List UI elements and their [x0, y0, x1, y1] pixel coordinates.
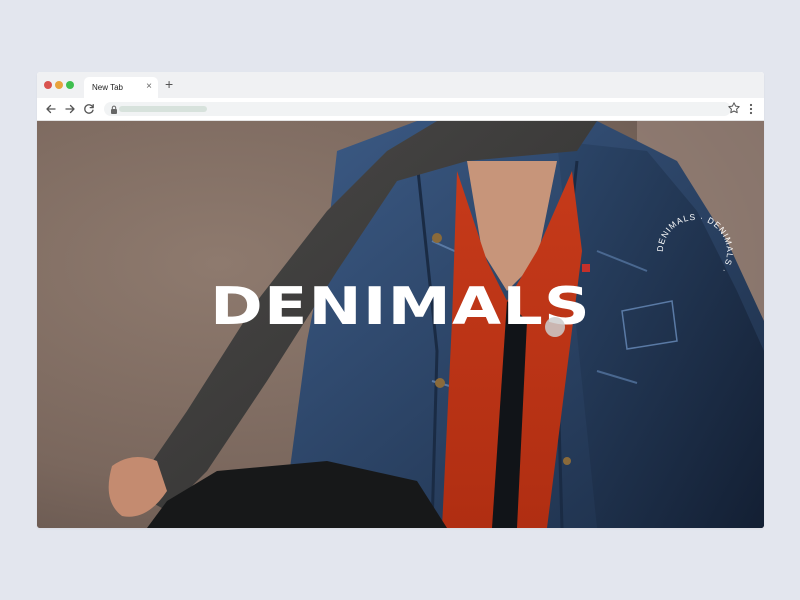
rotating-badge: DENIMALS · DENIMALS · [655, 212, 735, 276]
url-text-placeholder [119, 106, 207, 112]
tab-new-tab[interactable]: New Tab × [84, 77, 158, 98]
window-maximize-button[interactable] [66, 81, 74, 89]
star-icon[interactable] [727, 101, 741, 115]
tab-title: New Tab [92, 83, 123, 92]
new-tab-button[interactable]: + [165, 76, 173, 92]
browser-toolbar [37, 98, 764, 121]
page-viewport: DENIMALS DENIMALS · DENIMALS · [37, 121, 764, 528]
window-close-button[interactable] [44, 81, 52, 89]
kebab-menu-icon[interactable] [748, 102, 754, 116]
reload-icon[interactable] [82, 102, 96, 116]
cursor-indicator [545, 317, 565, 337]
arrow-left-icon[interactable] [44, 102, 58, 116]
window-minimize-button[interactable] [55, 81, 63, 89]
tab-close-icon[interactable]: × [146, 81, 152, 93]
lock-icon [111, 105, 117, 114]
svg-text:DENIMALS · DENIMALS ·: DENIMALS · DENIMALS · [655, 212, 735, 276]
tab-strip: New Tab × + [37, 72, 764, 98]
browser-window: New Tab × + DENIMALS DENIMALS · DENIMALS… [37, 72, 764, 528]
badge-text: DENIMALS · DENIMALS · [655, 212, 734, 276]
arrow-right-icon[interactable] [63, 102, 77, 116]
address-bar[interactable] [104, 102, 731, 116]
